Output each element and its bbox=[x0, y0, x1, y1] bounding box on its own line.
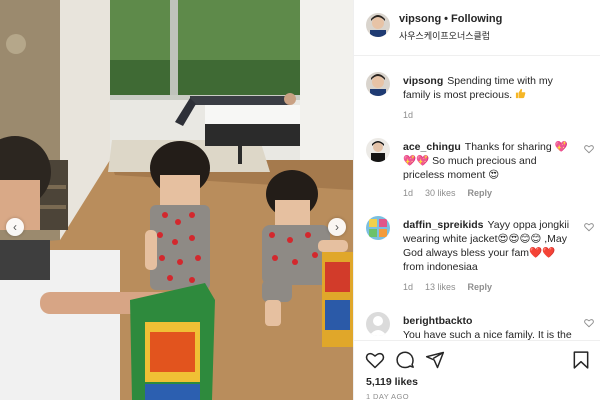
bookmark-icon[interactable] bbox=[571, 350, 591, 370]
post-timestamp: 1 DAY AGO bbox=[366, 392, 409, 400]
comment-meta: 1d 30 likes Reply bbox=[403, 188, 504, 198]
reply-button[interactable]: Reply bbox=[468, 188, 493, 198]
photo-illustration bbox=[0, 0, 353, 400]
next-photo-button[interactable]: › bbox=[328, 218, 346, 236]
share-icon[interactable] bbox=[425, 350, 445, 370]
chevron-left-icon: ‹ bbox=[13, 220, 17, 234]
heart-icon[interactable] bbox=[365, 350, 385, 370]
author-avatar[interactable] bbox=[366, 13, 390, 37]
author-line: vipsong • Following bbox=[399, 13, 502, 25]
comment-likes[interactable]: 13 likes bbox=[425, 282, 456, 292]
caption-item: vipsong Spending time with my family is m… bbox=[366, 72, 594, 122]
commenter-avatar[interactable] bbox=[366, 216, 390, 240]
comments-list[interactable]: vipsong Spending time with my family is m… bbox=[354, 56, 600, 340]
comment-meta: 1d 13 likes Reply bbox=[403, 282, 504, 292]
caption-text-block: vipsong Spending time with my family is m… bbox=[403, 74, 575, 103]
comment-username[interactable]: ace_chingu bbox=[403, 141, 461, 153]
comment-text-block: berightbackto You have such a nice family… bbox=[403, 314, 575, 340]
comment-text-block: daffin_spreikids Yayy oppa jongkii wearin… bbox=[403, 218, 575, 274]
post-photo[interactable]: ‹ › bbox=[0, 0, 353, 400]
comment-username[interactable]: daffin_spreikids bbox=[403, 219, 484, 231]
separator-dot: • bbox=[444, 13, 449, 25]
like-comment-heart-icon[interactable] bbox=[584, 318, 594, 328]
comment-username[interactable]: berightbackto bbox=[403, 315, 472, 327]
commenter-avatar[interactable] bbox=[366, 312, 390, 336]
caption-meta: 1d bbox=[403, 110, 425, 120]
comment-item: berightbackto You have such a nice family… bbox=[366, 312, 594, 340]
post-header: vipsong • Following 사우스케이프오너스클럽 bbox=[354, 0, 600, 56]
reply-button[interactable]: Reply bbox=[468, 282, 493, 292]
like-comment-heart-icon[interactable] bbox=[584, 144, 594, 154]
post-side-panel: vipsong • Following 사우스케이프오너스클럽 vipsong Spe… bbox=[353, 0, 600, 400]
comment-item: ace_chingu Thanks for sharing 💖💖💖 So much… bbox=[366, 138, 594, 200]
comment-text-block: ace_chingu Thanks for sharing 💖💖💖 So much… bbox=[403, 140, 575, 182]
commenter-avatar[interactable] bbox=[366, 138, 390, 162]
caption-avatar[interactable] bbox=[366, 72, 390, 96]
likes-count[interactable]: 5,119 likes bbox=[366, 376, 418, 388]
comment-time: 1d bbox=[403, 188, 414, 198]
caption-time: 1d bbox=[403, 110, 414, 120]
post-actions: 5,119 likes 1 DAY AGO bbox=[354, 340, 600, 400]
comment-time: 1d bbox=[403, 282, 414, 292]
chevron-right-icon: › bbox=[335, 220, 339, 234]
comment-item: daffin_spreikids Yayy oppa jongkii wearin… bbox=[366, 216, 594, 294]
comment-icon[interactable] bbox=[395, 350, 415, 370]
follow-status-button[interactable]: Following bbox=[451, 13, 502, 25]
like-comment-heart-icon[interactable] bbox=[584, 222, 594, 232]
previous-photo-button[interactable]: ‹ bbox=[6, 218, 24, 236]
comment-likes[interactable]: 30 likes bbox=[425, 188, 456, 198]
author-username[interactable]: vipsong bbox=[399, 13, 441, 25]
comment-text: You have such a nice family. It is the g… bbox=[403, 329, 572, 340]
caption-username[interactable]: vipsong bbox=[403, 75, 443, 87]
thumbs-up-icon bbox=[515, 88, 526, 103]
post-location[interactable]: 사우스케이프오너스클럽 bbox=[399, 29, 490, 42]
